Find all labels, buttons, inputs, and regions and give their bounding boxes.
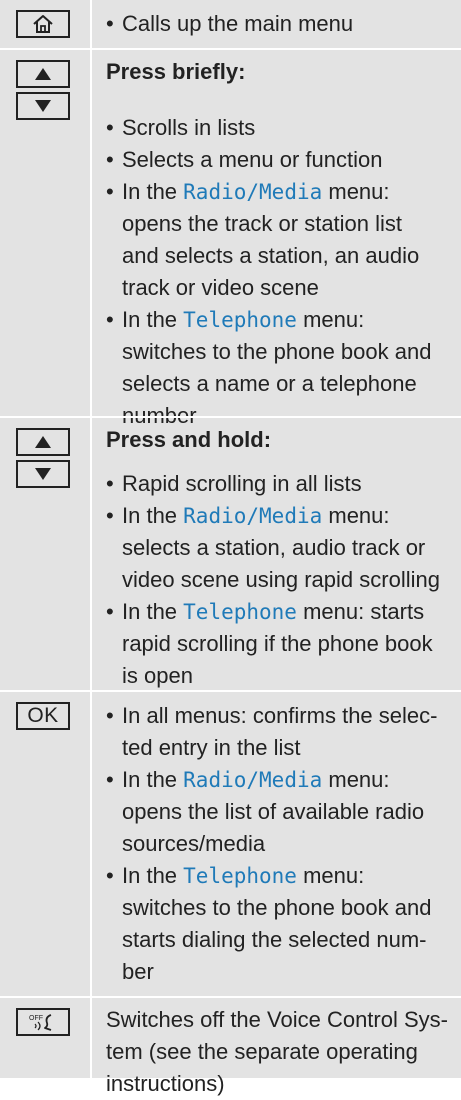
arrow-down-icon xyxy=(35,100,51,112)
list-item: • In all menus: confirms the selec- ted … xyxy=(106,703,438,760)
voice-control-off-icon: OFF xyxy=(29,1014,52,1031)
menu-name-radio: Radio xyxy=(183,180,247,204)
up-key xyxy=(16,60,70,88)
list-item: • In the Radio/Media menu: opens the lis… xyxy=(106,767,425,856)
voice-off-key: OFF xyxy=(16,1008,70,1036)
home-icon xyxy=(33,15,53,33)
svg-text:OFF: OFF xyxy=(29,1015,43,1022)
menu-name-media: Media xyxy=(259,504,323,528)
arrow-down-icon xyxy=(35,468,51,480)
menu-name-radio: Radio xyxy=(183,768,247,792)
ok-key-label: OK xyxy=(27,704,59,727)
list-item: • In the Telephone menu: switches to the… xyxy=(106,307,432,428)
list-item: • Rapid scrolling in all lists xyxy=(106,471,362,496)
controls-table: • Calls up the main menu Press briefly: … xyxy=(0,0,461,1096)
list-item: • In the Radio/Media menu: opens the tra… xyxy=(106,179,420,300)
column-divider xyxy=(90,0,92,48)
column-divider xyxy=(90,998,92,1078)
home-key xyxy=(16,10,70,38)
arrow-up-icon xyxy=(35,436,51,448)
down-key xyxy=(16,92,70,120)
column-divider xyxy=(90,418,92,690)
table-row-press-hold: Press and hold: • Rapid scrolling in all… xyxy=(0,416,461,690)
press-hold-heading: Press and hold: xyxy=(106,427,272,452)
menu-name-telephone: Telephone xyxy=(183,600,297,624)
menu-name-media: Media xyxy=(259,180,323,204)
list-item: • In the Radio/Media menu: selects a sta… xyxy=(106,503,440,592)
list-item: • Calls up the main menu xyxy=(106,11,354,36)
arrow-up-icon xyxy=(35,68,51,80)
column-divider xyxy=(90,692,92,996)
menu-name-telephone: Telephone xyxy=(183,308,297,332)
press-briefly-heading: Press briefly: xyxy=(106,59,246,84)
column-divider xyxy=(90,50,92,416)
table-row-ok: OK • In all menus: confirms the selec- t… xyxy=(0,690,461,996)
table-row-press-briefly: Press briefly: • Scrolls in lists • Sele… xyxy=(0,48,461,428)
list-item: • In the Telephone menu: switches to the… xyxy=(106,863,432,984)
ok-key: OK xyxy=(16,702,70,730)
list-item: • Selects a menu or function xyxy=(106,147,383,172)
menu-name-radio: Radio xyxy=(183,504,247,528)
menu-name-media: Media xyxy=(259,768,323,792)
list-item: • In the Telephone menu: starts rapid sc… xyxy=(106,599,433,688)
table-row-home: • Calls up the main menu xyxy=(0,0,461,48)
list-item: • Scrolls in lists xyxy=(106,115,256,140)
menu-name-telephone: Telephone xyxy=(183,864,297,888)
voice-off-description: Switches off the Voice Control Sys- tem … xyxy=(106,1007,448,1096)
table-row-voice-off: OFF Switches off the Voice Control Sys- … xyxy=(0,996,461,1096)
down-key xyxy=(16,460,70,488)
up-key xyxy=(16,428,70,456)
